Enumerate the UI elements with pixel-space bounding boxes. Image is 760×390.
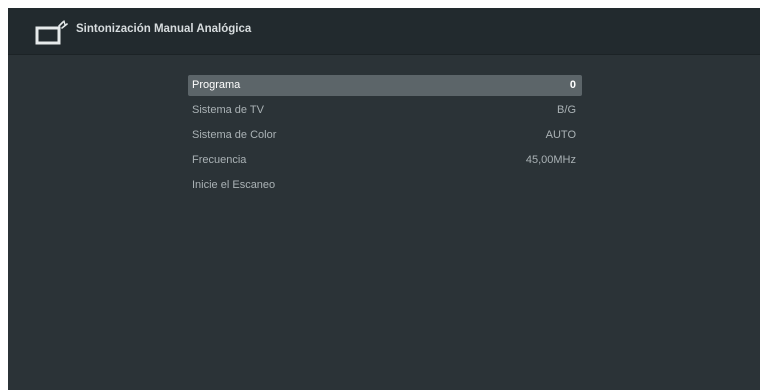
menu-item-programa[interactable]: Programa 0 (188, 75, 582, 96)
menu-item-label: Programa (192, 79, 241, 91)
menu-item-label: Sistema de Color (192, 129, 277, 141)
tv-screen: Sintonización Manual Analógica Programa … (8, 8, 760, 390)
menu-item-sistema-color[interactable]: Sistema de Color AUTO (188, 125, 582, 146)
tuning-menu: Programa 0 Sistema de TV B/G Sistema de … (188, 75, 582, 200)
menu-item-sistema-tv[interactable]: Sistema de TV B/G (188, 100, 582, 121)
menu-item-frecuencia[interactable]: Frecuencia 45,00MHz (188, 150, 582, 171)
menu-item-label: Sistema de TV (192, 104, 264, 116)
menu-item-value: AUTO (545, 129, 576, 141)
menu-item-label: Frecuencia (192, 154, 247, 166)
header-bar: Sintonización Manual Analógica (8, 8, 760, 55)
menu-item-value: 0 (569, 79, 576, 91)
page-title: Sintonización Manual Analógica (76, 23, 252, 35)
menu-item-value: B/G (557, 104, 576, 116)
menu-item-iniciar-escaneo[interactable]: Inicie el Escaneo (188, 175, 582, 196)
menu-item-label: Inicie el Escaneo (192, 179, 276, 191)
menu-item-value: 45,00MHz (525, 154, 576, 166)
tv-antenna-icon (35, 20, 68, 45)
